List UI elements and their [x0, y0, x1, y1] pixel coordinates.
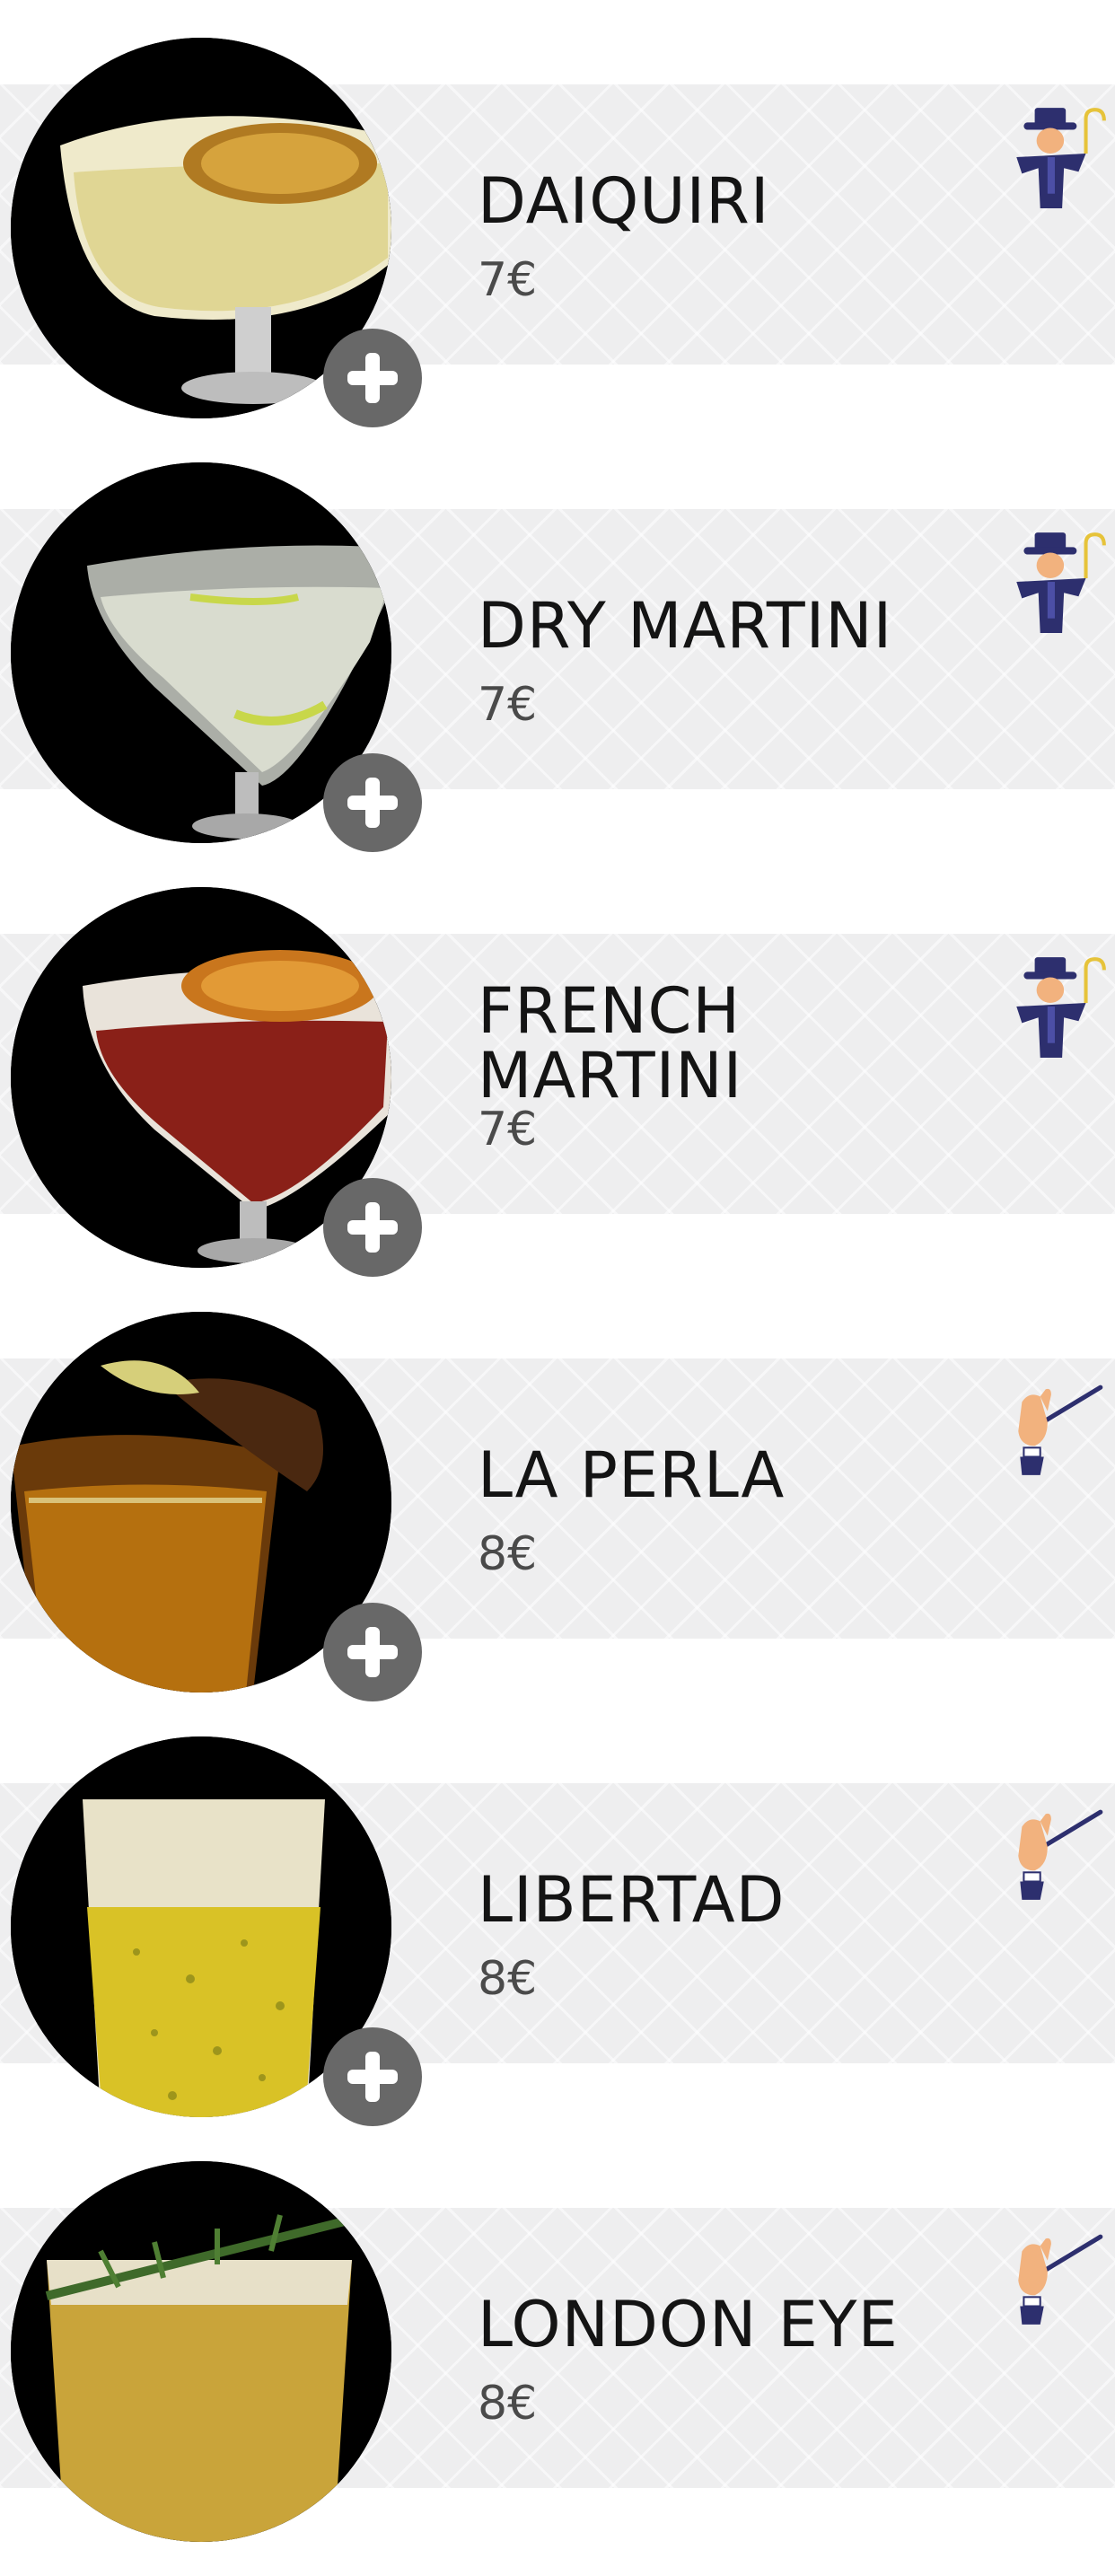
- london-eye-photo[interactable]: [11, 2161, 391, 2542]
- menu-item-price: 8€: [478, 2377, 538, 2431]
- menu-item-la-perla[interactable]: LA PERLA 8€: [0, 1312, 1115, 1727]
- menu-item-price: 8€: [478, 1952, 538, 2006]
- menu-item-info: FRENCH MARTINI 7€: [478, 934, 980, 1214]
- menu-item-name: LONDON EYE: [478, 2288, 899, 2361]
- classic-gentleman-icon: [1002, 101, 1111, 210]
- menu-item-london-eye[interactable]: LONDON EYE 8€: [0, 2161, 1115, 2576]
- menu-item-daiquiri[interactable]: DAIQUIRI 7€: [0, 38, 1115, 453]
- magic-wand-hand-icon: [1002, 2224, 1111, 2334]
- menu-item-info: LIBERTAD 8€: [478, 1783, 980, 2063]
- menu-item-name: DRY MARTINI: [478, 589, 893, 663]
- menu-item-dry-martini[interactable]: DRY MARTINI 7€: [0, 462, 1115, 877]
- magic-wand-hand-icon: [1002, 1375, 1111, 1484]
- magic-wand-hand-icon: [1002, 1799, 1111, 1909]
- classic-gentleman-icon: [1002, 950, 1111, 1059]
- menu-item-info: DAIQUIRI 7€: [478, 84, 980, 365]
- cocktail-menu-list: DAIQUIRI 7€ DRY MARTINI 7€ FRENCH MARTIN…: [0, 0, 1115, 2542]
- menu-item-info: LA PERLA 8€: [478, 1358, 980, 1639]
- classic-gentleman-icon: [1002, 525, 1111, 635]
- menu-item-info: LONDON EYE 8€: [478, 2208, 980, 2488]
- add-to-order-button[interactable]: [323, 329, 422, 427]
- menu-item-french-martini[interactable]: FRENCH MARTINI 7€: [0, 887, 1115, 1302]
- menu-item-name: DAIQUIRI: [478, 164, 770, 238]
- menu-item-name: FRENCH MARTINI: [478, 974, 743, 1112]
- menu-item-name: LA PERLA: [478, 1438, 786, 1512]
- add-to-order-button[interactable]: [323, 753, 422, 852]
- menu-item-info: DRY MARTINI 7€: [478, 509, 980, 789]
- add-to-order-button[interactable]: [323, 2027, 422, 2126]
- add-to-order-button[interactable]: [323, 1603, 422, 1701]
- add-to-order-button[interactable]: [323, 1178, 422, 1277]
- menu-item-price: 7€: [478, 678, 538, 732]
- menu-item-price: 8€: [478, 1527, 538, 1581]
- menu-item-name: LIBERTAD: [478, 1863, 786, 1937]
- menu-item-libertad[interactable]: LIBERTAD 8€: [0, 1736, 1115, 2151]
- menu-item-price: 7€: [478, 1103, 538, 1156]
- menu-item-price: 7€: [478, 253, 538, 307]
